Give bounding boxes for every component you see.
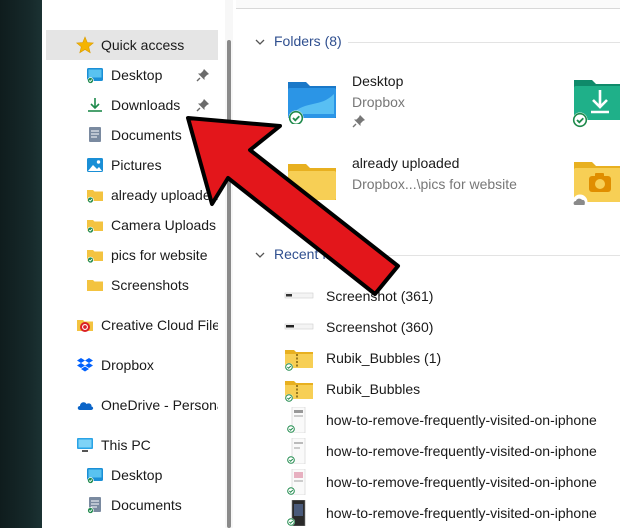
nav-item-pc-desktop[interactable]: Desktop [46, 460, 218, 490]
recent-file-name: how-to-remove-frequently-visited-on-ipho… [326, 505, 597, 521]
nav-item-label: Documents [111, 127, 182, 143]
recent-file-name: how-to-remove-frequently-visited-on-ipho… [326, 474, 597, 490]
nav-item-desktop[interactable]: Desktop [46, 60, 218, 90]
recent-file-row[interactable]: Rubik_Bubbles (1) [284, 343, 441, 373]
recent-file-row[interactable]: how-to-remove-frequently-visited-on-ipho… [284, 405, 597, 435]
desktop-folder-icon [86, 466, 104, 484]
pin-icon[interactable] [196, 98, 210, 112]
recent-file-row[interactable]: Rubik_Bubbles [284, 374, 420, 404]
chevron-down-icon [254, 248, 266, 260]
star-icon [75, 36, 95, 54]
nav-item-already-uploaded[interactable]: already uploaded [46, 180, 218, 210]
content-pane: Folders (8) Desktop Dropbox already uplo… [236, 0, 620, 528]
nav-item-label: already uploaded [111, 187, 218, 203]
folder-icon [286, 156, 338, 208]
folder-icon [86, 276, 104, 294]
nav-item-pc-documents[interactable]: Documents [46, 490, 218, 520]
download-folder-icon [572, 74, 620, 128]
nav-item-label: This PC [101, 437, 151, 453]
group-divider [386, 255, 620, 256]
nav-item-label: Pictures [111, 157, 162, 173]
synced-folder-icon [86, 216, 104, 234]
recent-file-name: Screenshot (361) [326, 288, 434, 304]
pin-icon[interactable] [352, 114, 366, 128]
chevron-down-icon [254, 35, 266, 47]
nav-item-label: Quick access [101, 37, 185, 53]
phone-screenshot-icon [284, 499, 314, 527]
documents-icon [86, 126, 104, 144]
nav-item-screenshots[interactable]: Screenshots [46, 270, 218, 300]
zip-folder-icon [284, 376, 314, 402]
group-divider [348, 42, 620, 43]
nav-item-label: Dropbox [101, 357, 154, 373]
navigation-pane: Quick access Desktop Downloads Documents… [42, 0, 222, 528]
folder-tile-name: Desktop [352, 73, 404, 89]
recent-file-row[interactable]: Screenshot (361) [284, 281, 433, 311]
recent-file-row[interactable]: how-to-remove-frequently-visited-on-ipho… [284, 467, 597, 497]
desktop-folder-icon [86, 66, 104, 84]
desktop-background-edge [0, 0, 42, 528]
nav-item-label: Camera Uploads [111, 217, 217, 233]
desktop-folder-icon [286, 74, 338, 126]
folder-tile-location: Dropbox [352, 94, 405, 110]
phone-screenshot-icon [284, 468, 314, 496]
camera-folder-icon [572, 156, 620, 210]
recent-file-name: how-to-remove-frequently-visited-on-ipho… [326, 443, 597, 459]
folders-group-title: Folders (8) [274, 33, 342, 49]
pin-icon[interactable] [196, 68, 210, 82]
recent-file-name: Rubik_Bubbles (1) [326, 350, 442, 366]
nav-item-documents[interactable]: Documents [46, 120, 218, 150]
image-thumbnail-icon [284, 314, 314, 340]
recent-file-name: Screenshot (360) [326, 319, 434, 335]
folders-group-header[interactable]: Folders (8) [254, 33, 342, 49]
dropbox-icon [76, 356, 94, 374]
nav-item-creative-cloud[interactable]: Creative Cloud Files [46, 310, 218, 340]
image-thumbnail-icon [284, 283, 314, 309]
nav-item-onedrive[interactable]: OneDrive - Personal [46, 390, 218, 420]
nav-item-label: OneDrive - Personal [101, 397, 218, 413]
creative-cloud-icon [76, 316, 94, 334]
documents-icon [86, 496, 104, 514]
nav-item-label: Creative Cloud Files [101, 317, 218, 333]
synced-folder-icon [86, 246, 104, 264]
folder-tile-downloads[interactable] [572, 74, 620, 130]
pictures-icon [86, 156, 104, 174]
folder-tile-already-uploaded[interactable]: already uploaded Dropbox...\pics for web… [286, 152, 576, 214]
nav-item-pics-for-website[interactable]: pics for website [46, 240, 218, 270]
recent-file-name: Rubik_Bubbles [326, 381, 421, 397]
nav-scrollbar[interactable] [225, 0, 233, 528]
zip-folder-icon [284, 345, 314, 371]
folder-tile-location: Dropbox...\pics for website [352, 176, 517, 192]
nav-item-label: Screenshots [111, 277, 189, 293]
nav-item-pictures[interactable]: Pictures [46, 150, 218, 180]
synced-folder-icon [86, 186, 104, 204]
this-pc-icon [76, 436, 94, 454]
folder-tile-camera-uploads[interactable] [572, 156, 620, 216]
onedrive-icon [76, 396, 94, 414]
nav-item-downloads[interactable]: Downloads [46, 90, 218, 120]
recent-file-row[interactable]: Screenshot (360) [284, 312, 433, 342]
recent-files-group-title: Recent files (2 [274, 246, 364, 262]
nav-scrollbar-thumb[interactable] [227, 40, 231, 528]
nav-item-dropbox[interactable]: Dropbox [46, 350, 218, 380]
nav-item-label: pics for website [111, 247, 208, 263]
nav-item-camera-uploads[interactable]: Camera Uploads [46, 210, 218, 240]
folder-tile-desktop[interactable]: Desktop Dropbox [286, 70, 486, 132]
nav-item-label: Desktop [111, 467, 163, 483]
phone-screenshot-icon [284, 437, 314, 465]
download-icon [86, 96, 104, 114]
phone-screenshot-icon [284, 406, 314, 434]
recent-files-group-header[interactable]: Recent files (2 [254, 246, 363, 262]
recent-file-name: how-to-remove-frequently-visited-on-ipho… [326, 412, 597, 428]
nav-item-label: Documents [111, 497, 182, 513]
recent-file-row[interactable]: how-to-remove-frequently-visited-on-ipho… [284, 436, 597, 466]
folder-tile-name: already uploaded [352, 155, 460, 171]
nav-item-quick-access[interactable]: Quick access [46, 30, 218, 60]
nav-item-this-pc[interactable]: This PC [46, 430, 218, 460]
recent-file-row[interactable]: how-to-remove-frequently-visited-on-ipho… [284, 498, 597, 528]
toolbar-edge [236, 0, 620, 9]
